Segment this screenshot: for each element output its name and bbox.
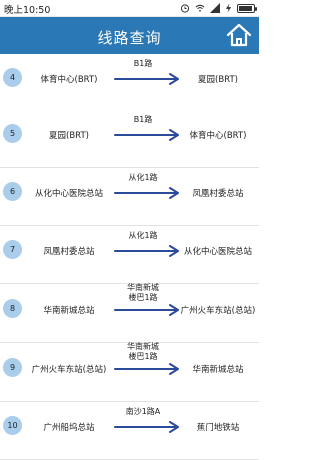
row-number-badge: 9 bbox=[3, 358, 22, 377]
start-station: 华南新城总站 bbox=[43, 306, 95, 316]
arrow-right-icon bbox=[114, 187, 179, 199]
start-station: 从化中心医院总站 bbox=[34, 189, 103, 199]
end-station: 夏园(BRT) bbox=[198, 75, 238, 85]
arrow-right-icon bbox=[114, 363, 179, 375]
route-row[interactable]: 9 广州火车东站(总站) 华南新城 楼巴1路华南新城总站 bbox=[0, 342, 259, 402]
end-station: 广州火车东站(总站) bbox=[180, 306, 256, 316]
route-row[interactable]: 4 体育中心(BRT) B1路夏园(BRT) bbox=[0, 54, 259, 112]
wifi-icon bbox=[195, 4, 205, 12]
route-row[interactable]: 6 从化中心医院总站 从化1路凤凰村委总站 bbox=[0, 168, 259, 226]
end-station: 体育中心(BRT) bbox=[189, 131, 247, 141]
start-station: 夏园(BRT) bbox=[49, 131, 89, 141]
end-station: 蕉门地铁站 bbox=[196, 423, 240, 433]
route-row[interactable]: 8 华南新城总站 华南新城 楼巴1路广州火车东站(总站) bbox=[0, 283, 259, 343]
arrow-right-icon bbox=[114, 245, 179, 257]
alarm-icon bbox=[180, 4, 190, 13]
charging-icon bbox=[225, 3, 232, 13]
route-row[interactable]: 7 凤凰村委总站 从化1路从化中心医院总站 bbox=[0, 226, 259, 284]
route-list: 4 体育中心(BRT) B1路 夏园(BRT) 5 夏园(BRT) B1路 体育中心(BRT)… bbox=[0, 54, 259, 460]
row-number-badge: 8 bbox=[3, 299, 22, 318]
arrow-right-icon bbox=[114, 129, 179, 141]
row-number-badge: 4 bbox=[3, 68, 22, 87]
route-name: 华南新城 楼巴1路 bbox=[127, 342, 159, 361]
route-name: B1路 bbox=[133, 115, 153, 124]
start-station: 广州火车东站(总站) bbox=[31, 365, 107, 375]
route-name: 南沙1路A bbox=[125, 407, 161, 416]
route-row[interactable]: 10 广州船坞总站 南沙1路A 蕉门地铁站 bbox=[0, 402, 259, 460]
end-station: 凤凰村委总站 bbox=[192, 189, 244, 199]
start-station: 凤凰村委总站 bbox=[43, 247, 95, 257]
arrow-right-icon bbox=[114, 304, 179, 316]
row-number-badge: 6 bbox=[3, 182, 22, 201]
signal-icon bbox=[210, 3, 220, 13]
page-title: 线路查询 bbox=[97, 29, 162, 47]
row-number-badge: 7 bbox=[3, 240, 22, 259]
status-icons bbox=[180, 3, 257, 13]
end-station: 从化中心医院总站 bbox=[183, 247, 252, 257]
home-icon[interactable] bbox=[225, 21, 253, 49]
start-station: 体育中心(BRT) bbox=[40, 75, 98, 85]
status-time: 晚上10:50 bbox=[4, 5, 51, 16]
arrow-right-icon bbox=[114, 421, 179, 433]
row-number-badge: 5 bbox=[3, 124, 22, 143]
route-row[interactable]: 5 夏园(BRT) B1路体育中心(BRT) bbox=[0, 110, 259, 168]
row-number-badge: 10 bbox=[3, 416, 22, 435]
route-name: 从化1路 bbox=[128, 231, 158, 240]
route-name: 华南新城 楼巴1路 bbox=[127, 283, 159, 302]
end-station: 华南新城总站 bbox=[192, 365, 244, 375]
app-header: 线路查询 bbox=[0, 17, 259, 54]
battery-icon bbox=[237, 3, 257, 13]
route-name: 从化1路 bbox=[128, 173, 158, 182]
arrow-right-icon bbox=[114, 73, 179, 85]
status-bar: 晚上10:50 bbox=[0, 0, 259, 17]
route-name: B1路 bbox=[133, 59, 153, 68]
start-station: 广州船坞总站 bbox=[43, 423, 95, 433]
